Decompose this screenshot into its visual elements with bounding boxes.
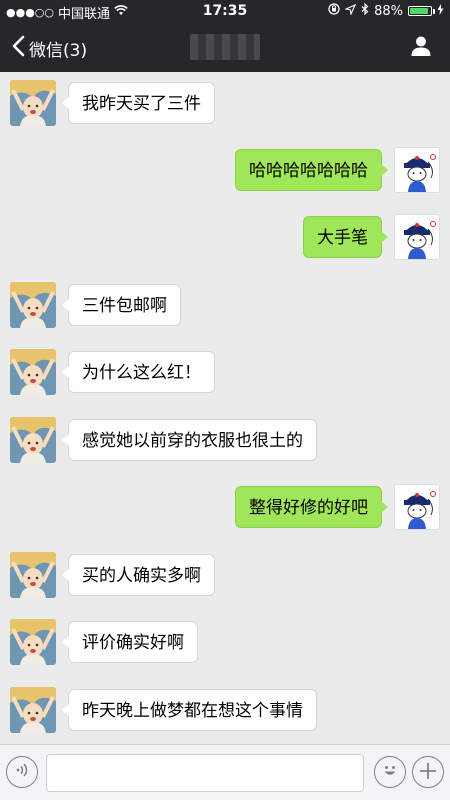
chat-title-redacted <box>190 34 260 60</box>
input-bar <box>0 744 450 800</box>
outgoing-message: 哈哈哈哈哈哈哈 <box>0 147 450 195</box>
message-input[interactable] <box>46 754 364 792</box>
rotation-lock-icon <box>328 3 340 19</box>
incoming-message: 感觉她以前穿的衣服也很土的 <box>0 417 450 465</box>
incoming-message: 买的人确实多啊 <box>0 552 450 600</box>
emoji-icon <box>379 759 401 785</box>
status-bar: ●●●○○ 中国联通 17:35 88% <box>0 0 450 22</box>
person-icon <box>410 36 432 61</box>
incoming-message: 为什么这么红！ <box>0 349 450 397</box>
battery-percent: 88% <box>374 3 403 19</box>
contact-avatar[interactable] <box>10 619 56 665</box>
my-avatar[interactable] <box>394 214 440 260</box>
profile-button[interactable] <box>410 35 432 61</box>
outgoing-message: 大手笔 <box>0 214 450 262</box>
contact-avatar[interactable] <box>10 349 56 395</box>
contact-avatar[interactable] <box>10 552 56 598</box>
incoming-message: 昨天晚上做梦都在想这个事情 <box>0 687 450 735</box>
message-bubble[interactable]: 三件包邮啊 <box>62 284 181 326</box>
message-bubble[interactable]: 买的人确实多啊 <box>62 554 215 596</box>
nav-bar: 微信(3) <box>0 22 450 72</box>
message-bubble[interactable]: 整得好修的好吧 <box>235 486 388 528</box>
more-button[interactable] <box>412 756 444 788</box>
contact-avatar[interactable] <box>10 687 56 733</box>
chevron-left-icon <box>12 35 25 62</box>
status-right: 88% <box>328 2 444 19</box>
location-icon <box>344 3 357 19</box>
bluetooth-icon <box>361 2 369 19</box>
contact-avatar[interactable] <box>10 80 56 126</box>
outgoing-message: 整得好修的好吧 <box>0 484 450 532</box>
message-bubble[interactable]: 哈哈哈哈哈哈哈 <box>235 149 388 191</box>
back-label: 微信(3) <box>29 41 88 61</box>
voice-icon <box>14 762 30 782</box>
back-button[interactable]: 微信(3) <box>12 35 87 62</box>
message-bubble[interactable]: 我昨天买了三件 <box>62 82 215 124</box>
battery-level <box>410 8 428 14</box>
message-bubble[interactable]: 昨天晚上做梦都在想这个事情 <box>62 689 317 731</box>
incoming-message: 三件包邮啊 <box>0 282 450 330</box>
charging-icon <box>437 3 444 19</box>
contact-avatar[interactable] <box>10 282 56 328</box>
contact-avatar[interactable] <box>10 417 56 463</box>
chat-area[interactable]: 我昨天买了三件 哈哈哈哈哈哈哈大手笔三件包邮啊为什么这么红！ 感觉她以前穿的衣服也很… <box>0 72 450 744</box>
incoming-message: 评价确实好啊 <box>0 619 450 667</box>
plus-icon <box>419 759 437 785</box>
my-avatar[interactable] <box>394 484 440 530</box>
my-avatar[interactable] <box>394 147 440 193</box>
incoming-message: 我昨天买了三件 <box>0 80 450 128</box>
message-bubble[interactable]: 为什么这么红！ <box>62 351 215 393</box>
message-bubble[interactable]: 感觉她以前穿的衣服也很土的 <box>62 419 317 461</box>
emoji-button[interactable] <box>374 756 406 788</box>
battery-icon <box>408 6 435 16</box>
message-bubble[interactable]: 评价确实好啊 <box>62 621 198 663</box>
message-bubble[interactable]: 大手笔 <box>303 216 388 258</box>
voice-button[interactable] <box>6 756 38 788</box>
